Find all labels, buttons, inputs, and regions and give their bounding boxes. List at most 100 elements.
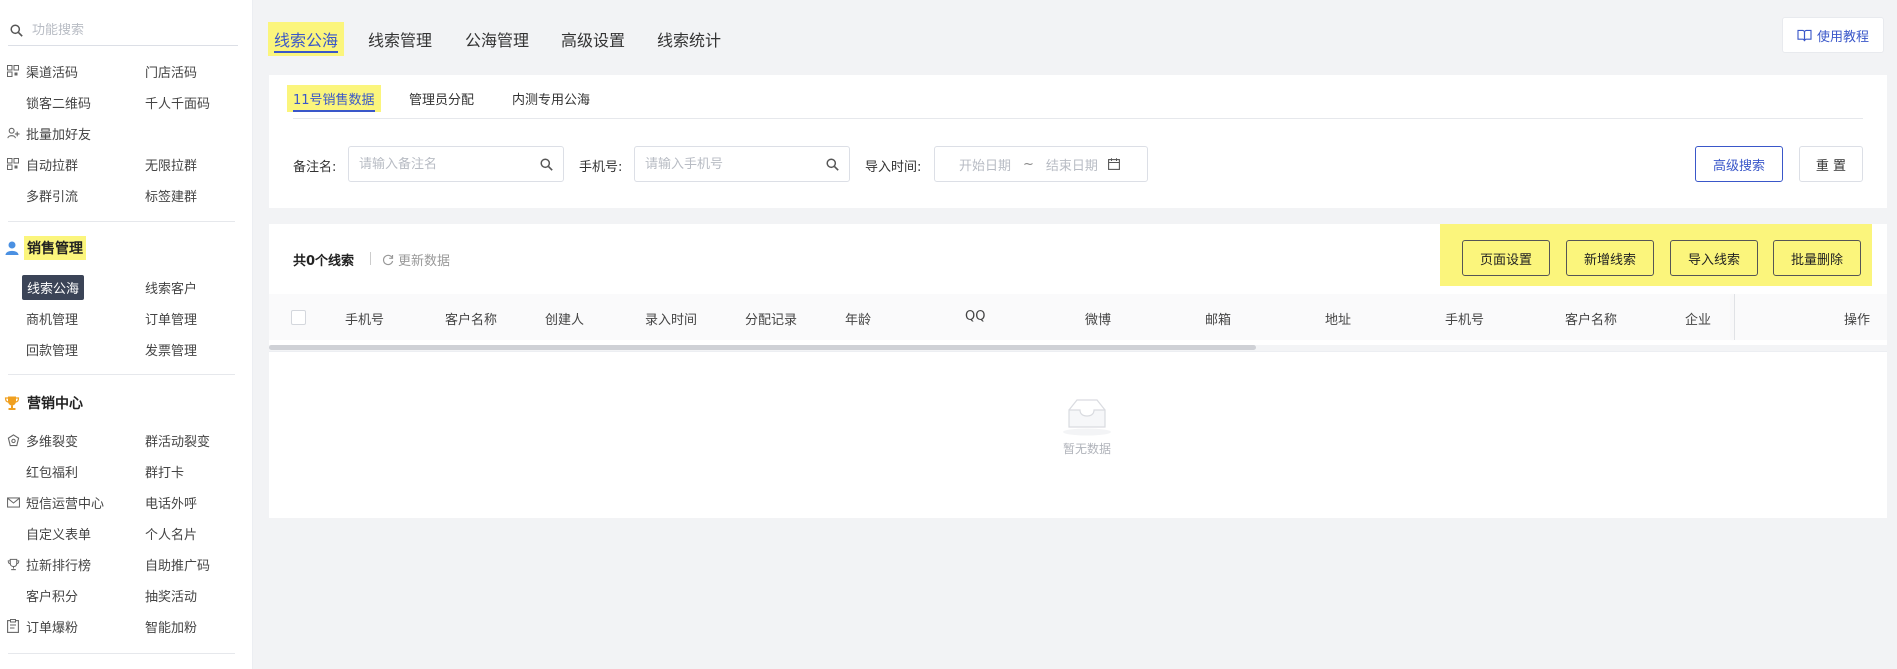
trophy-icon: [3, 394, 21, 412]
subtab-beta-pool[interactable]: 内测专用公海: [506, 85, 596, 112]
feature-search-input[interactable]: [32, 23, 222, 38]
menu-item[interactable]: 千人千面码: [145, 93, 210, 112]
menu-item[interactable]: 自动拉群: [26, 155, 78, 174]
menu-item[interactable]: 无限拉群: [145, 155, 197, 174]
batch-delete-button[interactable]: 批量删除: [1773, 240, 1861, 276]
add-friend-icon: [6, 126, 20, 140]
date-range-picker[interactable]: 开始日期 ~ 结束日期: [934, 146, 1148, 182]
menu-item[interactable]: 电话外呼: [145, 493, 197, 512]
tutorial-button[interactable]: 使用教程: [1782, 17, 1884, 53]
menu-item[interactable]: 订单爆粉: [26, 617, 78, 636]
section-sales: 销售管理: [0, 234, 86, 262]
search-icon[interactable]: [826, 157, 839, 171]
tab-advanced-settings[interactable]: 高级设置: [555, 22, 631, 56]
menu-row: 客户积分 抽奖活动: [0, 581, 250, 609]
column-header[interactable]: 客户名称: [445, 309, 497, 328]
column-header[interactable]: 地址: [1325, 309, 1351, 328]
menu-item[interactable]: 个人名片: [145, 524, 197, 543]
menu-row: 订单爆粉 智能加粉: [0, 612, 250, 640]
page-settings-button[interactable]: 页面设置: [1462, 240, 1550, 276]
divider: [8, 653, 235, 654]
menu-row: 锁客二维码 千人千面码: [0, 88, 250, 116]
empty-inbox-icon: [1047, 396, 1127, 436]
phone-input[interactable]: [645, 156, 826, 172]
menu-row: 多维裂变 群活动裂变: [0, 426, 250, 454]
advanced-search-button[interactable]: 高级搜索: [1695, 146, 1783, 182]
menu-row: 红包福利 群打卡: [0, 457, 250, 485]
column-header[interactable]: 客户名称: [1565, 309, 1617, 328]
refresh-button[interactable]: 更新数据: [382, 250, 450, 269]
column-header[interactable]: 录入时间: [645, 309, 697, 328]
column-header[interactable]: 企业: [1685, 309, 1711, 328]
menu-item[interactable]: 订单管理: [145, 309, 197, 328]
horizontal-scrollbar-thumb[interactable]: [269, 345, 1256, 350]
menu-row: 线索公海 线索客户: [0, 273, 250, 301]
menu-item[interactable]: 智能加粉: [145, 617, 197, 636]
menu-item[interactable]: 锁客二维码: [26, 93, 91, 112]
divider: [8, 221, 235, 222]
menu-item[interactable]: 线索客户: [145, 278, 197, 297]
book-icon: [1797, 29, 1812, 42]
end-date[interactable]: 结束日期: [1046, 155, 1098, 174]
menu-item[interactable]: 自助推广码: [145, 555, 210, 574]
empty-state: 暂无数据: [1047, 396, 1127, 457]
menu-item[interactable]: 群活动裂变: [145, 431, 210, 450]
import-leads-button[interactable]: 导入线索: [1670, 240, 1758, 276]
clipboard-icon: [6, 619, 20, 633]
column-header[interactable]: 分配记录: [745, 309, 797, 328]
menu-item[interactable]: 渠道活码: [26, 62, 78, 81]
menu-item[interactable]: 批量加好友: [26, 124, 91, 143]
menu-item[interactable]: 群打卡: [145, 462, 184, 481]
menu-item[interactable]: 标签建群: [145, 186, 197, 205]
feature-search[interactable]: [8, 16, 238, 46]
remark-label: 备注名:: [293, 160, 337, 175]
menu-item[interactable]: 门店活码: [145, 62, 197, 81]
menu-item[interactable]: 发票管理: [145, 340, 197, 359]
menu-item[interactable]: 红包福利: [26, 462, 78, 481]
subtab-sales-data[interactable]: 11号销售数据: [287, 85, 381, 112]
qrcode-icon: [6, 157, 20, 171]
phone-field[interactable]: [634, 146, 850, 182]
subtab-underline: [293, 118, 1863, 119]
column-header[interactable]: 手机号: [345, 309, 384, 328]
menu-item[interactable]: 短信运营中心: [26, 493, 104, 512]
filter-panel: 11号销售数据 管理员分配 内测专用公海 备注名: 手机号: 导入时间: 开始日…: [269, 75, 1887, 208]
menu-item[interactable]: 抽奖活动: [145, 586, 197, 605]
mail-icon: [6, 495, 20, 509]
tab-lead-pool[interactable]: 线索公海: [268, 22, 345, 56]
menu-item[interactable]: 多群引流: [26, 186, 78, 205]
remark-field[interactable]: [348, 146, 564, 182]
column-header[interactable]: 年龄: [845, 309, 871, 328]
reset-button[interactable]: 重 置: [1799, 146, 1863, 182]
menu-item[interactable]: 多维裂变: [26, 431, 78, 450]
add-lead-button[interactable]: 新增线索: [1566, 240, 1654, 276]
tab-pool-management[interactable]: 公海管理: [459, 22, 535, 56]
column-header[interactable]: 创建人: [545, 309, 584, 328]
trophy-icon: [6, 557, 20, 571]
menu-item[interactable]: 商机管理: [26, 309, 78, 328]
column-header[interactable]: 邮箱: [1205, 309, 1231, 328]
remark-input[interactable]: [359, 156, 540, 172]
subtab-admin-assign[interactable]: 管理员分配: [403, 85, 480, 112]
phone-label: 手机号:: [579, 160, 623, 175]
menu-row: 商机管理 订单管理: [0, 304, 250, 332]
menu-item[interactable]: 客户积分: [26, 586, 78, 605]
lead-count: 共0个线索: [293, 254, 355, 269]
column-header[interactable]: QQ: [965, 309, 985, 324]
menu-item[interactable]: 拉新排行榜: [26, 555, 91, 574]
tab-lead-statistics[interactable]: 线索统计: [651, 22, 727, 56]
date-separator: ~: [1023, 156, 1034, 172]
menu-item[interactable]: 自定义表单: [26, 524, 91, 543]
column-header[interactable]: 手机号: [1445, 309, 1484, 328]
column-header[interactable]: 微博: [1085, 309, 1111, 328]
divider: [8, 374, 235, 375]
start-date[interactable]: 开始日期: [959, 155, 1011, 174]
search-icon[interactable]: [540, 157, 553, 171]
menu-row: 渠道活码 门店活码: [0, 57, 250, 85]
menu-item[interactable]: 回款管理: [26, 340, 78, 359]
menu-row: 回款管理 发票管理: [0, 335, 250, 363]
table-panel: 共0个线索 更新数据 页面设置 新增线索 导入线索 批量删除 手机号 客户名称 …: [269, 224, 1887, 518]
select-all-checkbox[interactable]: [291, 310, 306, 325]
tab-lead-management[interactable]: 线索管理: [362, 22, 438, 56]
menu-item-active[interactable]: 线索公海: [22, 274, 85, 300]
